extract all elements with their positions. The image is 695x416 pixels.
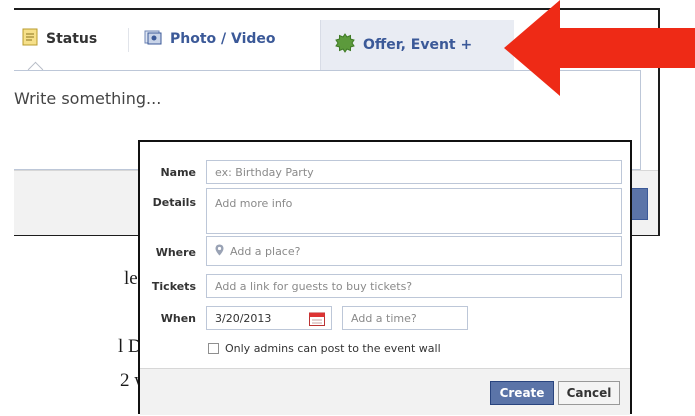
name-label: Name: [160, 166, 196, 179]
admins-only-label: Only admins can post to the event wall: [225, 342, 441, 355]
when-label: When: [160, 312, 196, 325]
create-button[interactable]: Create: [490, 381, 554, 405]
cancel-button[interactable]: Cancel: [558, 381, 620, 405]
tickets-label: Tickets: [151, 280, 196, 293]
name-placeholder: ex: Birthday Party: [215, 165, 314, 179]
admins-only-checkbox[interactable]: [208, 343, 219, 354]
tab-label: Photo / Video: [170, 31, 276, 47]
write-placeholder: Write something...: [14, 89, 162, 108]
where-placeholder: Add a place?: [230, 244, 301, 258]
tickets-placeholder: Add a link for guests to buy tickets?: [215, 279, 413, 293]
details-label: Details: [152, 196, 196, 209]
details-placeholder: Add more info: [215, 197, 293, 210]
event-form-footer: Create Cancel: [140, 368, 630, 415]
tab-label: Offer, Event +: [363, 37, 473, 53]
tab-status[interactable]: Status: [22, 24, 97, 54]
time-placeholder: Add a time?: [351, 311, 417, 325]
event-date-input[interactable]: 3/20/2013: [206, 306, 332, 330]
event-tickets-input[interactable]: Add a link for guests to buy tickets?: [206, 274, 622, 298]
red-arrow-annotation: [504, 0, 695, 96]
date-value: 3/20/2013: [215, 311, 272, 325]
tab-label: Status: [46, 31, 98, 47]
event-where-input[interactable]: Add a place?: [206, 236, 622, 266]
event-time-input[interactable]: Add a time?: [342, 306, 468, 330]
event-badge-icon: [335, 33, 355, 57]
location-pin-icon: [215, 244, 224, 259]
photo-icon: [144, 29, 162, 49]
tab-offer-event[interactable]: Offer, Event +: [320, 20, 514, 70]
calendar-icon[interactable]: [309, 312, 325, 326]
event-details-input[interactable]: Add more info: [206, 188, 622, 234]
event-form: Name ex: Birthday Party Details Add more…: [138, 140, 632, 415]
where-label: Where: [155, 246, 196, 259]
tab-divider: [128, 28, 129, 52]
status-note-icon: [22, 28, 38, 50]
tab-photo-video[interactable]: Photo / Video: [144, 24, 276, 54]
event-name-input[interactable]: ex: Birthday Party: [206, 160, 622, 184]
admins-only-option[interactable]: Only admins can post to the event wall: [208, 342, 441, 355]
